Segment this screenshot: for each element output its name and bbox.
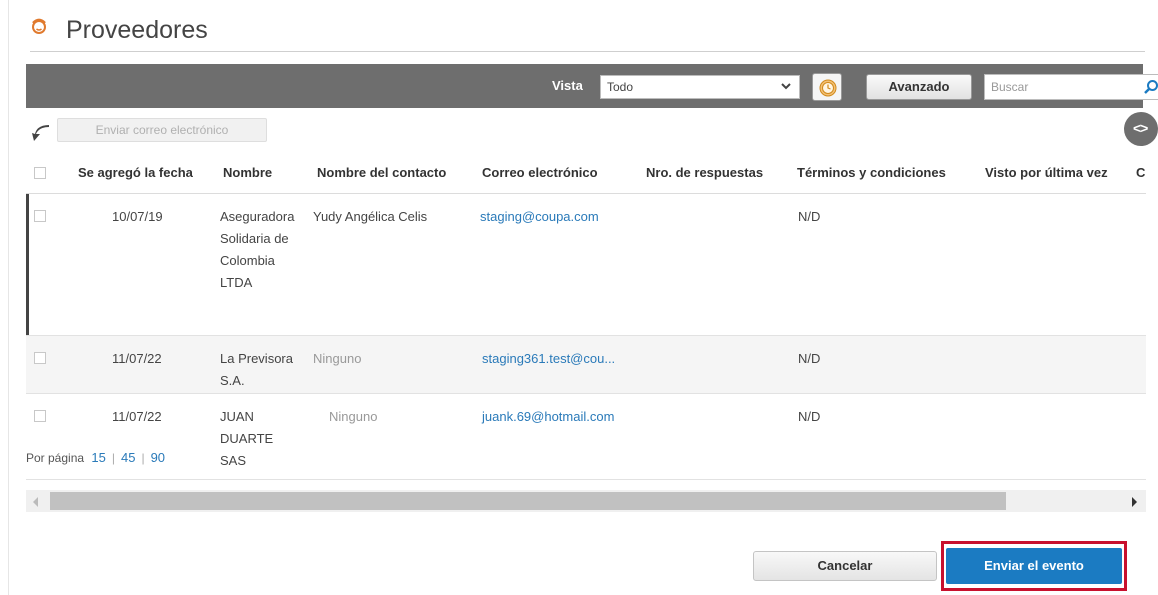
toggle-columns-button[interactable]: <>	[1124, 112, 1158, 146]
cell-contact: Ninguno	[313, 351, 362, 366]
table-row: 10/07/19 Aseguradora Solidaria de Colomb…	[26, 194, 1146, 336]
per-page-15[interactable]: 15	[91, 450, 105, 465]
horizontal-scrollbar[interactable]	[26, 490, 1146, 512]
scrollbar-thumb[interactable]	[50, 492, 1006, 510]
cell-email-link[interactable]: juank.69@hotmail.com	[482, 406, 614, 428]
per-page-90[interactable]: 90	[151, 450, 165, 465]
cell-email-link[interactable]: staging@coupa.com	[480, 206, 599, 228]
cell-terms: N/D	[798, 351, 821, 366]
clock-icon	[819, 79, 837, 97]
cell-name: La Previsora S.A.	[220, 351, 293, 388]
per-page-label: Por página	[26, 451, 85, 465]
page: Proveedores Vista Todo Avanzado Buscar E…	[0, 0, 1158, 595]
cell-date: 11/07/22	[112, 409, 162, 424]
scroll-right-arrow-icon[interactable]	[1130, 495, 1138, 513]
supplier-person-icon	[30, 18, 48, 38]
row-checkbox[interactable]	[34, 410, 46, 422]
search-box	[984, 74, 1158, 100]
column-responses[interactable]: Nro. de respuestas	[646, 165, 763, 180]
vista-select[interactable]: Todo	[600, 75, 800, 99]
pager-separator: |	[141, 451, 145, 465]
cell-name: JUAN DUARTE SAS	[220, 409, 274, 468]
table-row: 11/07/22 La Previsora S.A. Ninguno stagi…	[26, 336, 1146, 394]
recent-history-button[interactable]	[812, 73, 842, 101]
send-event-button[interactable]: Enviar el evento	[946, 548, 1122, 584]
column-last-seen[interactable]: Visto por última vez	[985, 165, 1108, 180]
column-date[interactable]: Se agregó la fecha	[78, 165, 193, 180]
back-arrow-icon[interactable]	[31, 124, 51, 142]
scroll-left-arrow-icon[interactable]	[32, 495, 40, 513]
vista-label: Vista	[552, 78, 583, 93]
column-email[interactable]: Correo electrónico	[482, 165, 598, 180]
row-selected-marker	[26, 194, 29, 335]
row-checkbox[interactable]	[34, 352, 46, 364]
table-header: Se agregó la fecha Nombre Nombre del con…	[26, 152, 1146, 194]
cell-date: 11/07/22	[112, 351, 162, 366]
code-arrows-icon: <>	[1133, 120, 1148, 136]
column-overflow[interactable]: C	[1136, 165, 1145, 180]
per-page-45[interactable]: 45	[121, 450, 135, 465]
row-checkbox[interactable]	[34, 210, 46, 222]
cancel-button[interactable]: Cancelar	[753, 551, 937, 581]
left-rule	[8, 0, 9, 595]
search-input[interactable]	[985, 75, 1135, 99]
cell-name: Aseguradora Solidaria de Colombia LTDA	[220, 209, 295, 290]
table-row: 11/07/22 JUAN DUARTE SAS Ninguno juank.6…	[26, 394, 1146, 480]
cell-date: 10/07/19	[112, 209, 163, 224]
search-icon[interactable]	[1143, 79, 1158, 100]
vista-select-value: Todo	[607, 80, 634, 94]
advanced-search-button[interactable]: Avanzado	[866, 74, 972, 100]
pagination: Por página 15 | 45 | 90	[26, 450, 165, 465]
pager-separator: |	[111, 451, 115, 465]
cell-contact: Ninguno	[329, 409, 378, 424]
cell-email-link[interactable]: staging361.test@cou...	[482, 348, 615, 370]
table-toolbar: Vista Todo Avanzado	[26, 64, 1158, 108]
column-contact[interactable]: Nombre del contacto	[317, 165, 446, 180]
suppliers-table: Se agregó la fecha Nombre Nombre del con…	[26, 152, 1146, 480]
cell-terms: N/D	[798, 409, 821, 424]
page-title: Proveedores	[66, 16, 208, 44]
column-terms[interactable]: Términos y condiciones	[797, 165, 946, 180]
cell-terms: N/D	[798, 209, 821, 224]
page-header: Proveedores	[30, 12, 1145, 52]
send-email-button[interactable]: Enviar correo electrónico	[57, 118, 267, 142]
cell-contact: Yudy Angélica Celis	[313, 209, 428, 224]
column-name[interactable]: Nombre	[223, 165, 272, 180]
select-all-checkbox[interactable]	[34, 167, 46, 179]
chevron-down-icon	[781, 80, 791, 90]
